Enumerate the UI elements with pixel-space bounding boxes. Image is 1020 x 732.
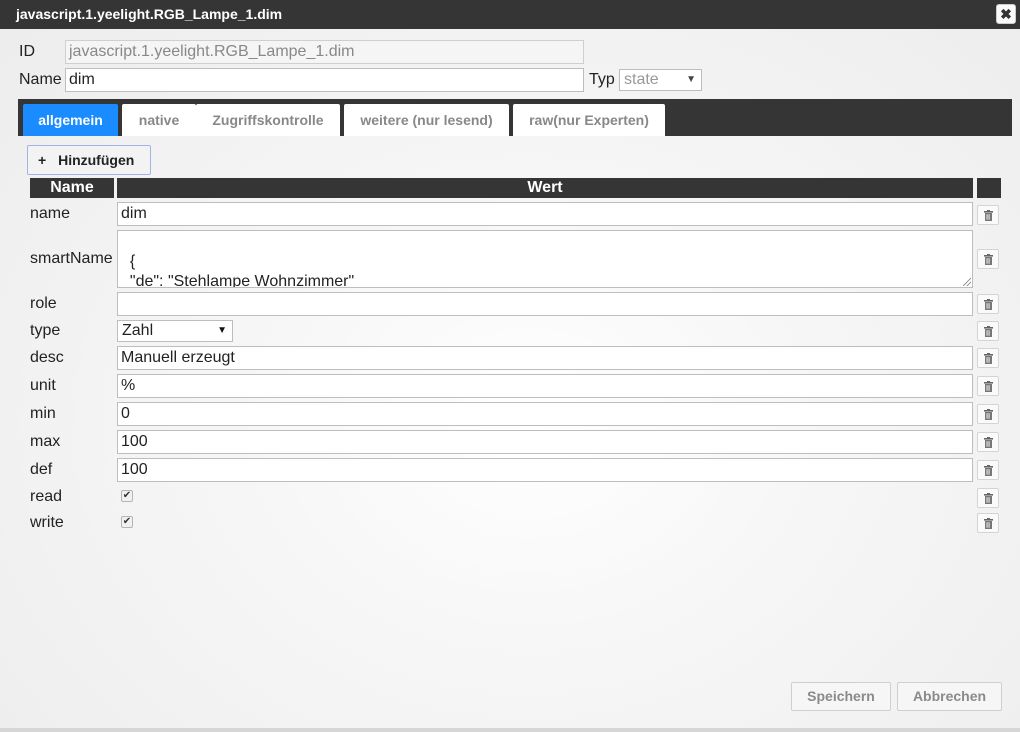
row-label-write: write (30, 514, 64, 531)
trash-icon[interactable] (977, 404, 999, 424)
value-input-min[interactable]: 0 (117, 402, 973, 426)
row-label-desc: desc (30, 349, 64, 366)
value-select-type[interactable]: Zahl ▼ (117, 320, 233, 342)
id-field: javascript.1.yeelight.RGB_Lampe_1.dim (65, 40, 584, 64)
tab-native[interactable]: native (122, 104, 196, 136)
value-input-unit[interactable]: % (117, 374, 973, 398)
tab-allgemein[interactable]: allgemein (23, 104, 118, 136)
col-header-actions (977, 178, 1001, 198)
row-label-role: role (30, 295, 57, 312)
trash-icon[interactable] (977, 432, 999, 452)
dialog-title: javascript.1.yeelight.RGB_Lampe_1.dim (16, 6, 283, 22)
trash-icon[interactable] (977, 348, 999, 368)
tab-weitere[interactable]: weitere (nur lesend) (344, 104, 509, 136)
name-label: Name (19, 71, 62, 88)
trash-icon[interactable] (977, 321, 999, 341)
trash-icon[interactable] (977, 294, 999, 314)
bottom-divider (0, 728, 1020, 732)
cancel-button[interactable]: Abbrechen (897, 682, 1002, 711)
read-checkbox[interactable]: ✔ (121, 490, 133, 502)
name-input[interactable]: dim (65, 68, 584, 92)
write-checkbox[interactable]: ✔ (121, 516, 133, 528)
tab-bar: allgemein native Zugriffskontrolle weite… (18, 99, 1012, 136)
trash-icon[interactable] (977, 249, 999, 269)
typ-select-value: state (624, 71, 659, 88)
value-input-desc[interactable]: Manuell erzeugt (117, 346, 973, 370)
close-icon[interactable]: ✖ (996, 4, 1016, 24)
resize-grip-icon[interactable] (963, 278, 971, 286)
typ-label: Typ (589, 71, 615, 88)
row-label-smartname: smartName (30, 250, 113, 267)
plus-icon: + (38, 152, 47, 168)
tab-zugriffskontrolle[interactable]: Zugriffskontrolle (196, 104, 340, 136)
typ-select[interactable]: state ▼ (619, 69, 702, 91)
chevron-down-icon: ▼ (686, 74, 696, 85)
smartname-value: { "de": "Stehlampe Wohnzimmer" } (129, 253, 355, 288)
dialog-titlebar: javascript.1.yeelight.RGB_Lampe_1.dim ✖ (0, 0, 1020, 29)
value-input-name[interactable]: dim (117, 202, 973, 226)
col-header-value: Wert (117, 178, 973, 198)
trash-icon[interactable] (977, 205, 999, 225)
row-label-name: name (30, 205, 71, 222)
trash-icon[interactable] (977, 376, 999, 396)
row-label-unit: unit (30, 377, 56, 394)
value-input-max[interactable]: 100 (117, 430, 973, 454)
id-label: ID (19, 43, 35, 60)
trash-icon[interactable] (977, 513, 999, 533)
row-label-min: min (30, 405, 56, 422)
row-label-type: type (30, 322, 61, 339)
col-header-name: Name (30, 178, 114, 198)
chevron-down-icon: ▼ (217, 325, 227, 336)
add-button[interactable]: + Hinzufügen (27, 145, 151, 175)
save-button[interactable]: Speichern (791, 682, 891, 711)
add-button-label: Hinzufügen (58, 152, 135, 168)
value-input-def[interactable]: 100 (117, 458, 973, 482)
value-input-role[interactable] (117, 292, 973, 316)
row-label-read: read (30, 488, 63, 505)
type-select-value: Zahl (122, 322, 154, 339)
tab-raw[interactable]: raw(nur Experten) (513, 104, 665, 136)
row-label-def: def (30, 461, 53, 478)
trash-icon[interactable] (977, 488, 999, 508)
trash-icon[interactable] (977, 460, 999, 480)
row-label-max: max (30, 433, 61, 450)
value-textarea-smartname[interactable]: { "de": "Stehlampe Wohnzimmer" } (117, 230, 973, 288)
